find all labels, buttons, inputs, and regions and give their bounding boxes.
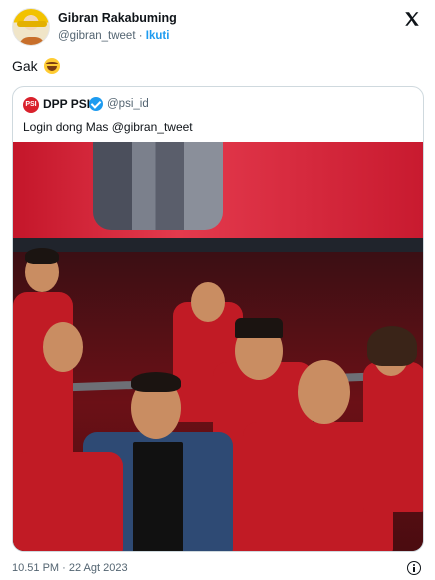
quoted-author-handle[interactable]: @psi_id xyxy=(107,98,149,110)
verified-badge-icon xyxy=(89,97,103,111)
avatar-body xyxy=(19,37,45,45)
tweet-card: Gibran Rakabuming @gibran_tweet · Ikuti … xyxy=(0,0,435,580)
spectator-head xyxy=(191,282,225,322)
spectator-peci-hat xyxy=(235,318,283,338)
stadium-screen xyxy=(13,142,423,238)
info-icon[interactable] xyxy=(407,561,421,575)
spectator-hair xyxy=(25,248,59,264)
spectator-hair xyxy=(367,326,417,366)
tweet-body: Gak xyxy=(12,58,38,74)
crowd-area xyxy=(13,248,423,551)
quoted-tweet[interactable]: PSI DPP PSI @psi_id Login dong Mas @gibr… xyxy=(12,86,424,552)
avatar-helmet-brim xyxy=(17,21,47,27)
author-name[interactable]: Gibran Rakabuming xyxy=(58,11,177,25)
author-handle[interactable]: @gibran_tweet xyxy=(58,30,136,42)
stand-roof-beam xyxy=(13,238,423,252)
face-with-tears-of-joy-icon xyxy=(43,58,60,74)
spectator-head xyxy=(298,360,350,424)
spectator xyxy=(13,292,73,472)
follow-button[interactable]: Ikuti xyxy=(146,30,170,42)
spectator xyxy=(13,452,123,551)
psi-logo-icon: PSI xyxy=(23,97,39,113)
meta-separator: · xyxy=(138,30,143,42)
spectator-center-shirt xyxy=(133,442,183,551)
tweet-timestamp[interactable]: 10.51 PM · 22 Agt 2023 xyxy=(12,562,128,574)
author-meta: @gibran_tweet · Ikuti xyxy=(58,30,169,42)
spectator-hair xyxy=(131,372,181,392)
x-logo-icon[interactable] xyxy=(403,10,421,28)
spectator xyxy=(363,362,423,512)
spectator-head xyxy=(43,322,83,372)
author-avatar[interactable] xyxy=(12,8,50,46)
screen-figure xyxy=(93,142,223,230)
quoted-author-name[interactable]: DPP PSI xyxy=(43,97,90,111)
quoted-photo[interactable] xyxy=(13,142,423,551)
quoted-text: Login dong Mas @gibran_tweet xyxy=(23,120,193,134)
tweet-text: Gak xyxy=(12,58,60,74)
